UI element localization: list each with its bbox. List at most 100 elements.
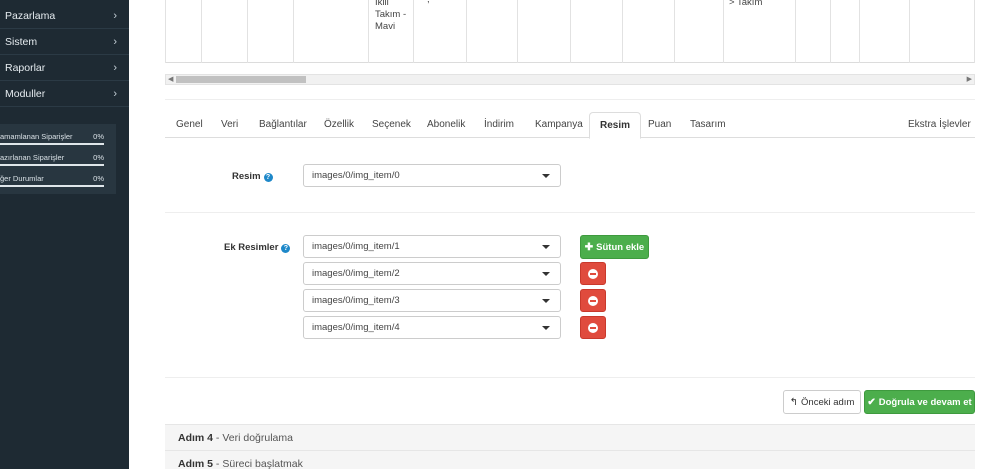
- chevron-right-icon: ›: [113, 35, 117, 48]
- tab-veri[interactable]: Veri: [211, 112, 248, 138]
- section-divider: [165, 212, 975, 213]
- table-cell: ,: [427, 0, 430, 6]
- sidebar-item-label: Raporlar: [5, 61, 46, 74]
- extra-image-select-value: images/0/img_item/2: [312, 268, 400, 279]
- remove-image-button-3[interactable]: [580, 289, 606, 312]
- stat-progress-bar: [0, 164, 104, 166]
- table-cell: > Takım: [729, 0, 763, 8]
- tab-abonelik[interactable]: Abonelik: [417, 112, 475, 138]
- table-column-divider: [517, 0, 518, 63]
- stat-percent: 0%: [93, 174, 104, 183]
- image-select-value: images/0/img_item/0: [312, 170, 400, 181]
- tab-ekstra-islevler[interactable]: Ekstra İşlevler: [898, 112, 981, 138]
- sidebar-item-pazarlama[interactable]: Pazarlama ›: [0, 3, 129, 29]
- remove-image-button-2[interactable]: [580, 262, 606, 285]
- check-icon: ✔: [867, 396, 876, 408]
- stat-completed-orders: amamlanan Siparişler 0%: [0, 128, 110, 149]
- stat-label: ğer Durumlar: [0, 174, 44, 183]
- help-icon[interactable]: ?: [263, 173, 273, 182]
- table-column-divider: [570, 0, 571, 63]
- step-5-header[interactable]: Adım 5 - Süreci başlatmak: [165, 450, 975, 469]
- tab-indirim[interactable]: İndirim: [474, 112, 524, 138]
- extra-image-select-3[interactable]: images/0/img_item/3: [303, 289, 561, 312]
- caret-down-icon: [542, 326, 550, 330]
- sidebar-item-moduller[interactable]: Moduller ›: [0, 81, 129, 107]
- caret-down-icon: [542, 299, 550, 303]
- image-field-label: Resim?: [232, 171, 273, 182]
- add-column-label: Sütun ekle: [596, 241, 645, 253]
- section-divider: [165, 99, 975, 100]
- stat-label: amamlanan Siparişler: [0, 132, 73, 141]
- product-table: İkili Takım - Mavi , > Takım: [165, 0, 975, 63]
- remove-image-button-4[interactable]: [580, 316, 606, 339]
- step-title: Adım 5: [178, 458, 214, 469]
- extra-image-select-2[interactable]: images/0/img_item/2: [303, 262, 561, 285]
- tab-secenek[interactable]: Seçenek: [362, 112, 421, 138]
- table-column-divider: [368, 0, 369, 63]
- validate-continue-button[interactable]: ✔ Doğrula ve devam et: [864, 390, 975, 414]
- step-title: Adım 4: [178, 432, 214, 444]
- table-horizontal-scrollbar[interactable]: ◀ ▶: [165, 74, 975, 85]
- table-column-divider: [201, 0, 202, 63]
- extra-images-label-text: Ek Resimler: [224, 242, 279, 253]
- tab-puan[interactable]: Puan: [638, 112, 681, 138]
- stat-label: azırlanan Siparişler: [0, 153, 65, 162]
- section-divider: [165, 377, 975, 378]
- sidebar: Pazarlama › Sistem › Raporlar › Moduller…: [0, 0, 129, 469]
- table-cell-line: Mavi: [375, 21, 396, 32]
- step-4-header[interactable]: Adım 4 - Veri doğrulama: [165, 424, 975, 450]
- stat-progress-bar: [0, 185, 104, 187]
- stat-percent: 0%: [93, 153, 104, 162]
- minus-circle-icon: [588, 268, 598, 279]
- extra-image-select-4[interactable]: images/0/img_item/4: [303, 316, 561, 339]
- previous-step-button[interactable]: ↰ Önceki adım: [783, 390, 861, 414]
- table-cell: İkili Takım - Mavi: [375, 0, 406, 33]
- tab-baglantilar[interactable]: Bağlantılar: [249, 112, 317, 138]
- extra-image-select-value: images/0/img_item/1: [312, 241, 400, 252]
- table-column-divider: [247, 0, 248, 63]
- table-column-divider: [974, 0, 975, 63]
- table-cell-line: Takım -: [375, 9, 407, 20]
- plus-icon: ✚: [584, 241, 594, 253]
- order-stats-panel: amamlanan Siparişler 0% azırlanan Sipari…: [0, 124, 116, 194]
- chevron-right-icon: ›: [113, 87, 117, 100]
- table-column-divider: [830, 0, 831, 63]
- stat-progress-bar: [0, 143, 104, 145]
- stat-preparing-orders: azırlanan Siparişler 0%: [0, 149, 110, 170]
- caret-down-icon: [542, 272, 550, 276]
- extra-image-select-value: images/0/img_item/3: [312, 295, 400, 306]
- scroll-right-icon[interactable]: ▶: [967, 75, 972, 84]
- table-column-divider: [466, 0, 467, 63]
- table-column-divider: [859, 0, 860, 63]
- image-select[interactable]: images/0/img_item/0: [303, 164, 561, 187]
- tab-genel[interactable]: Genel: [166, 112, 213, 138]
- help-icon[interactable]: ?: [281, 244, 291, 253]
- caret-down-icon: [542, 245, 550, 249]
- step-description: - Süreci başlatmak: [213, 458, 303, 469]
- chevron-right-icon: ›: [113, 61, 117, 74]
- sidebar-item-raporlar[interactable]: Raporlar ›: [0, 55, 129, 81]
- extra-image-select-1[interactable]: images/0/img_item/1: [303, 235, 561, 258]
- minus-circle-icon: [588, 322, 598, 333]
- scroll-left-icon[interactable]: ◀: [168, 75, 173, 84]
- table-column-divider: [795, 0, 796, 63]
- table-column-divider: [165, 0, 166, 63]
- tab-kampanya[interactable]: Kampanya: [525, 112, 593, 138]
- tab-ozellik[interactable]: Özellik: [314, 112, 364, 138]
- add-column-button[interactable]: ✚ Sütun ekle: [580, 235, 649, 259]
- sidebar-item-label: Moduller: [5, 87, 46, 100]
- table-column-divider: [293, 0, 294, 63]
- tab-resim[interactable]: Resim: [589, 112, 642, 139]
- chevron-right-icon: ›: [113, 9, 117, 22]
- caret-down-icon: [542, 174, 550, 178]
- step-description: - Veri doğrulama: [213, 432, 293, 444]
- sidebar-item-label: Pazarlama: [5, 9, 56, 22]
- tab-tasarim[interactable]: Tasarım: [680, 112, 736, 138]
- table-cell-line: İkili: [375, 0, 389, 8]
- scrollbar-thumb[interactable]: [176, 76, 306, 83]
- table-column-divider: [674, 0, 675, 63]
- image-label-text: Resim: [232, 171, 261, 182]
- extra-image-select-value: images/0/img_item/4: [312, 322, 400, 333]
- validate-continue-label: Doğrula ve devam et: [878, 396, 972, 408]
- sidebar-item-sistem[interactable]: Sistem ›: [0, 29, 129, 55]
